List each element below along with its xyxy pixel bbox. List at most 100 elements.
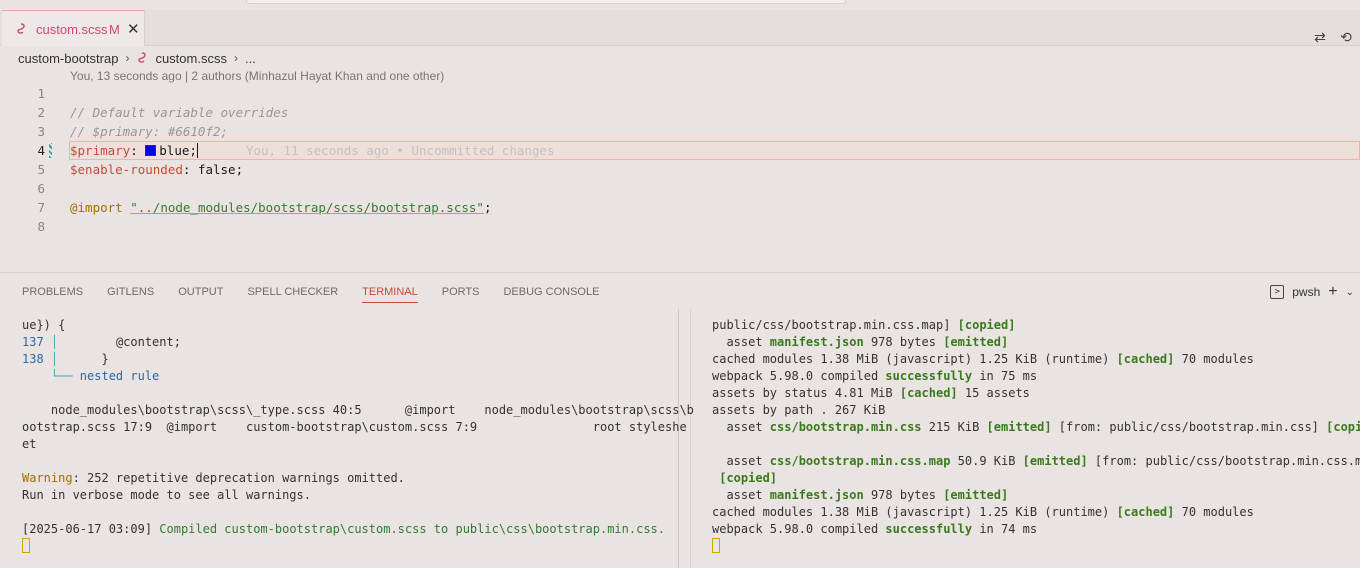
terminal-line: cached modules 1.38 MiB (javascript) 1.2… xyxy=(712,351,1360,368)
scss-variable: $primary xyxy=(70,143,131,158)
breadcrumb-more[interactable]: ... xyxy=(245,51,256,66)
tab-terminal[interactable]: TERMINAL xyxy=(362,285,418,303)
terminal-line: cached modules 1.38 MiB (javascript) 1.2… xyxy=(712,504,1360,521)
text: asset xyxy=(712,420,770,434)
tab-debug-console[interactable]: DEBUG CONSOLE xyxy=(503,285,599,303)
text-cursor xyxy=(196,143,198,158)
line-number: 4 xyxy=(37,143,45,158)
asset-name: css/bootstrap.min.css xyxy=(769,420,922,434)
code-line: 3 // $primary: #6610f2; xyxy=(0,122,1360,141)
status-tag: [cached] xyxy=(899,386,958,400)
text: 15 assets xyxy=(957,386,1030,400)
value: false xyxy=(197,162,236,177)
chevron-right-icon: › xyxy=(125,51,130,65)
terminal-line: Run in verbose mode to see all warnings. xyxy=(22,488,311,502)
status-tag: [cached] xyxy=(1116,505,1175,519)
text: public/css/bootstrap.min.css.map] xyxy=(712,318,958,332)
code-line: 8 xyxy=(0,217,1360,236)
nested-rule-label: nested rule xyxy=(79,369,160,383)
code-line: 1 xyxy=(0,84,1360,103)
status-tag: [copied] xyxy=(1326,420,1360,434)
text: 978 bytes xyxy=(863,488,944,502)
import-keyword: @import xyxy=(70,200,123,215)
code-line: 7 @import "../node_modules/bootstrap/scs… xyxy=(0,198,1360,217)
add-terminal-icon[interactable]: + xyxy=(1328,283,1337,301)
editor-tab-strip: custom.scss M ✕ ⇄ ⟲ xyxy=(0,10,1360,46)
success-text: successfully xyxy=(885,522,973,536)
terminal-line: Warning: 252 repetitive deprecation warn… xyxy=(22,470,677,487)
terminal-line: assets by status 4.81 MiB [cached] 15 as… xyxy=(712,385,1360,402)
terminal-split-divider[interactable] xyxy=(678,309,679,568)
scrollbar[interactable] xyxy=(690,309,691,568)
terminal-line: [2025-06-17 03:09] Compiled custom-boots… xyxy=(22,521,677,538)
breadcrumb-folder[interactable]: custom-bootstrap xyxy=(18,51,118,66)
semicolon: ; xyxy=(483,200,492,215)
compile-message: Compiled custom-bootstrap\custom.scss to… xyxy=(152,522,665,536)
terminal-line: webpack 5.98.0 compiled successfully in … xyxy=(712,368,1360,385)
terminal-prompt xyxy=(712,538,1360,555)
code-text: @content; xyxy=(58,335,181,349)
chevron-right-icon: › xyxy=(233,51,238,65)
tab-custom-scss[interactable]: custom.scss M ✕ xyxy=(2,10,145,46)
terminal-line: asset manifest.json 978 bytes [emitted] xyxy=(712,334,1360,351)
colon: : xyxy=(130,143,146,158)
comment: // $primary: #6610f2; xyxy=(70,124,229,139)
code-line: 5 $enable-rounded: false; xyxy=(0,160,1360,179)
git-blame-annotation[interactable]: You, 13 seconds ago | 2 authors (Minhazu… xyxy=(70,69,444,83)
code-editor[interactable]: 1 2 // Default variable overrides 3 // $… xyxy=(0,84,1360,272)
breadcrumb-file[interactable]: custom.scss xyxy=(155,51,227,66)
tab-ports[interactable]: PORTS xyxy=(442,285,480,303)
chevron-down-icon[interactable]: ⌄ xyxy=(1346,287,1354,298)
close-icon[interactable]: ✕ xyxy=(127,20,140,38)
terminal-line: ootstrap.scss 17:9 @import custom-bootst… xyxy=(22,420,687,434)
line-ref: 137 xyxy=(22,335,44,349)
text: 50.9 KiB xyxy=(950,454,1023,468)
terminal-line: asset css/bootstrap.min.css.map 50.9 KiB… xyxy=(712,453,1360,470)
title-bar xyxy=(0,0,1360,10)
text: asset xyxy=(712,488,770,502)
text: 70 modules xyxy=(1174,352,1254,366)
terminal-icon: > xyxy=(1270,285,1285,299)
status-tag: [emitted] xyxy=(1022,454,1088,468)
terminal-line: assets by path . 267 KiB xyxy=(712,403,886,417)
text: webpack 5.98.0 compiled xyxy=(712,369,886,383)
terminal-shell-name[interactable]: pwsh xyxy=(1292,285,1320,299)
color-swatch-icon[interactable] xyxy=(145,145,157,156)
terminal-cursor xyxy=(712,538,720,553)
success-text: successfully xyxy=(885,369,973,383)
status-tag: [emitted] xyxy=(943,488,1009,502)
tab-gitlens[interactable]: GITLENS xyxy=(107,285,154,303)
command-center[interactable] xyxy=(246,0,846,4)
import-path-link[interactable]: "../node_modules/bootstrap/scss/bootstra… xyxy=(130,200,484,215)
breadcrumb: custom-bootstrap › custom.scss › ... xyxy=(18,49,256,67)
line-number: 1 xyxy=(37,86,45,101)
terminal-line: 137 │ @content; xyxy=(22,335,181,349)
scss-variable: $enable-rounded xyxy=(70,162,183,177)
line-number: 3 xyxy=(37,124,45,139)
timeline-icon[interactable]: ⟲ xyxy=(1338,29,1354,45)
text: asset xyxy=(712,454,770,468)
code-line: 6 xyxy=(0,179,1360,198)
terminal-line: └── nested rule xyxy=(22,369,160,383)
terminal-right[interactable]: public/css/bootstrap.min.css.map] [copie… xyxy=(712,317,1360,555)
warning-text: : 252 repetitive deprecation warnings om… xyxy=(72,471,405,485)
compare-changes-icon[interactable]: ⇄ xyxy=(1312,29,1328,45)
tab-spell-checker[interactable]: SPELL CHECKER xyxy=(247,285,338,303)
tab-problems[interactable]: PROBLEMS xyxy=(22,285,83,303)
code-text: } xyxy=(58,352,109,366)
code-line: 2 // Default variable overrides xyxy=(0,103,1360,122)
line-number: 2 xyxy=(37,105,45,120)
panel-tabs: PROBLEMS GITLENS OUTPUT SPELL CHECKER TE… xyxy=(22,285,599,303)
terminal-line: node_modules\bootstrap\scss\_type.scss 4… xyxy=(22,403,694,417)
value: blue xyxy=(159,143,190,158)
git-modified-gutter-marker[interactable] xyxy=(49,143,52,158)
tab-filename: custom.scss xyxy=(36,22,108,37)
terminal-left[interactable]: ue}) { 137 │ @content; 138 │ } └── neste… xyxy=(22,317,694,555)
line-number: 5 xyxy=(37,162,45,177)
terminal-cursor xyxy=(22,538,30,553)
status-tag: [emitted] xyxy=(943,335,1009,349)
tab-output[interactable]: OUTPUT xyxy=(178,285,223,303)
inline-blame: You, 11 seconds ago • Uncommitted change… xyxy=(245,143,555,158)
